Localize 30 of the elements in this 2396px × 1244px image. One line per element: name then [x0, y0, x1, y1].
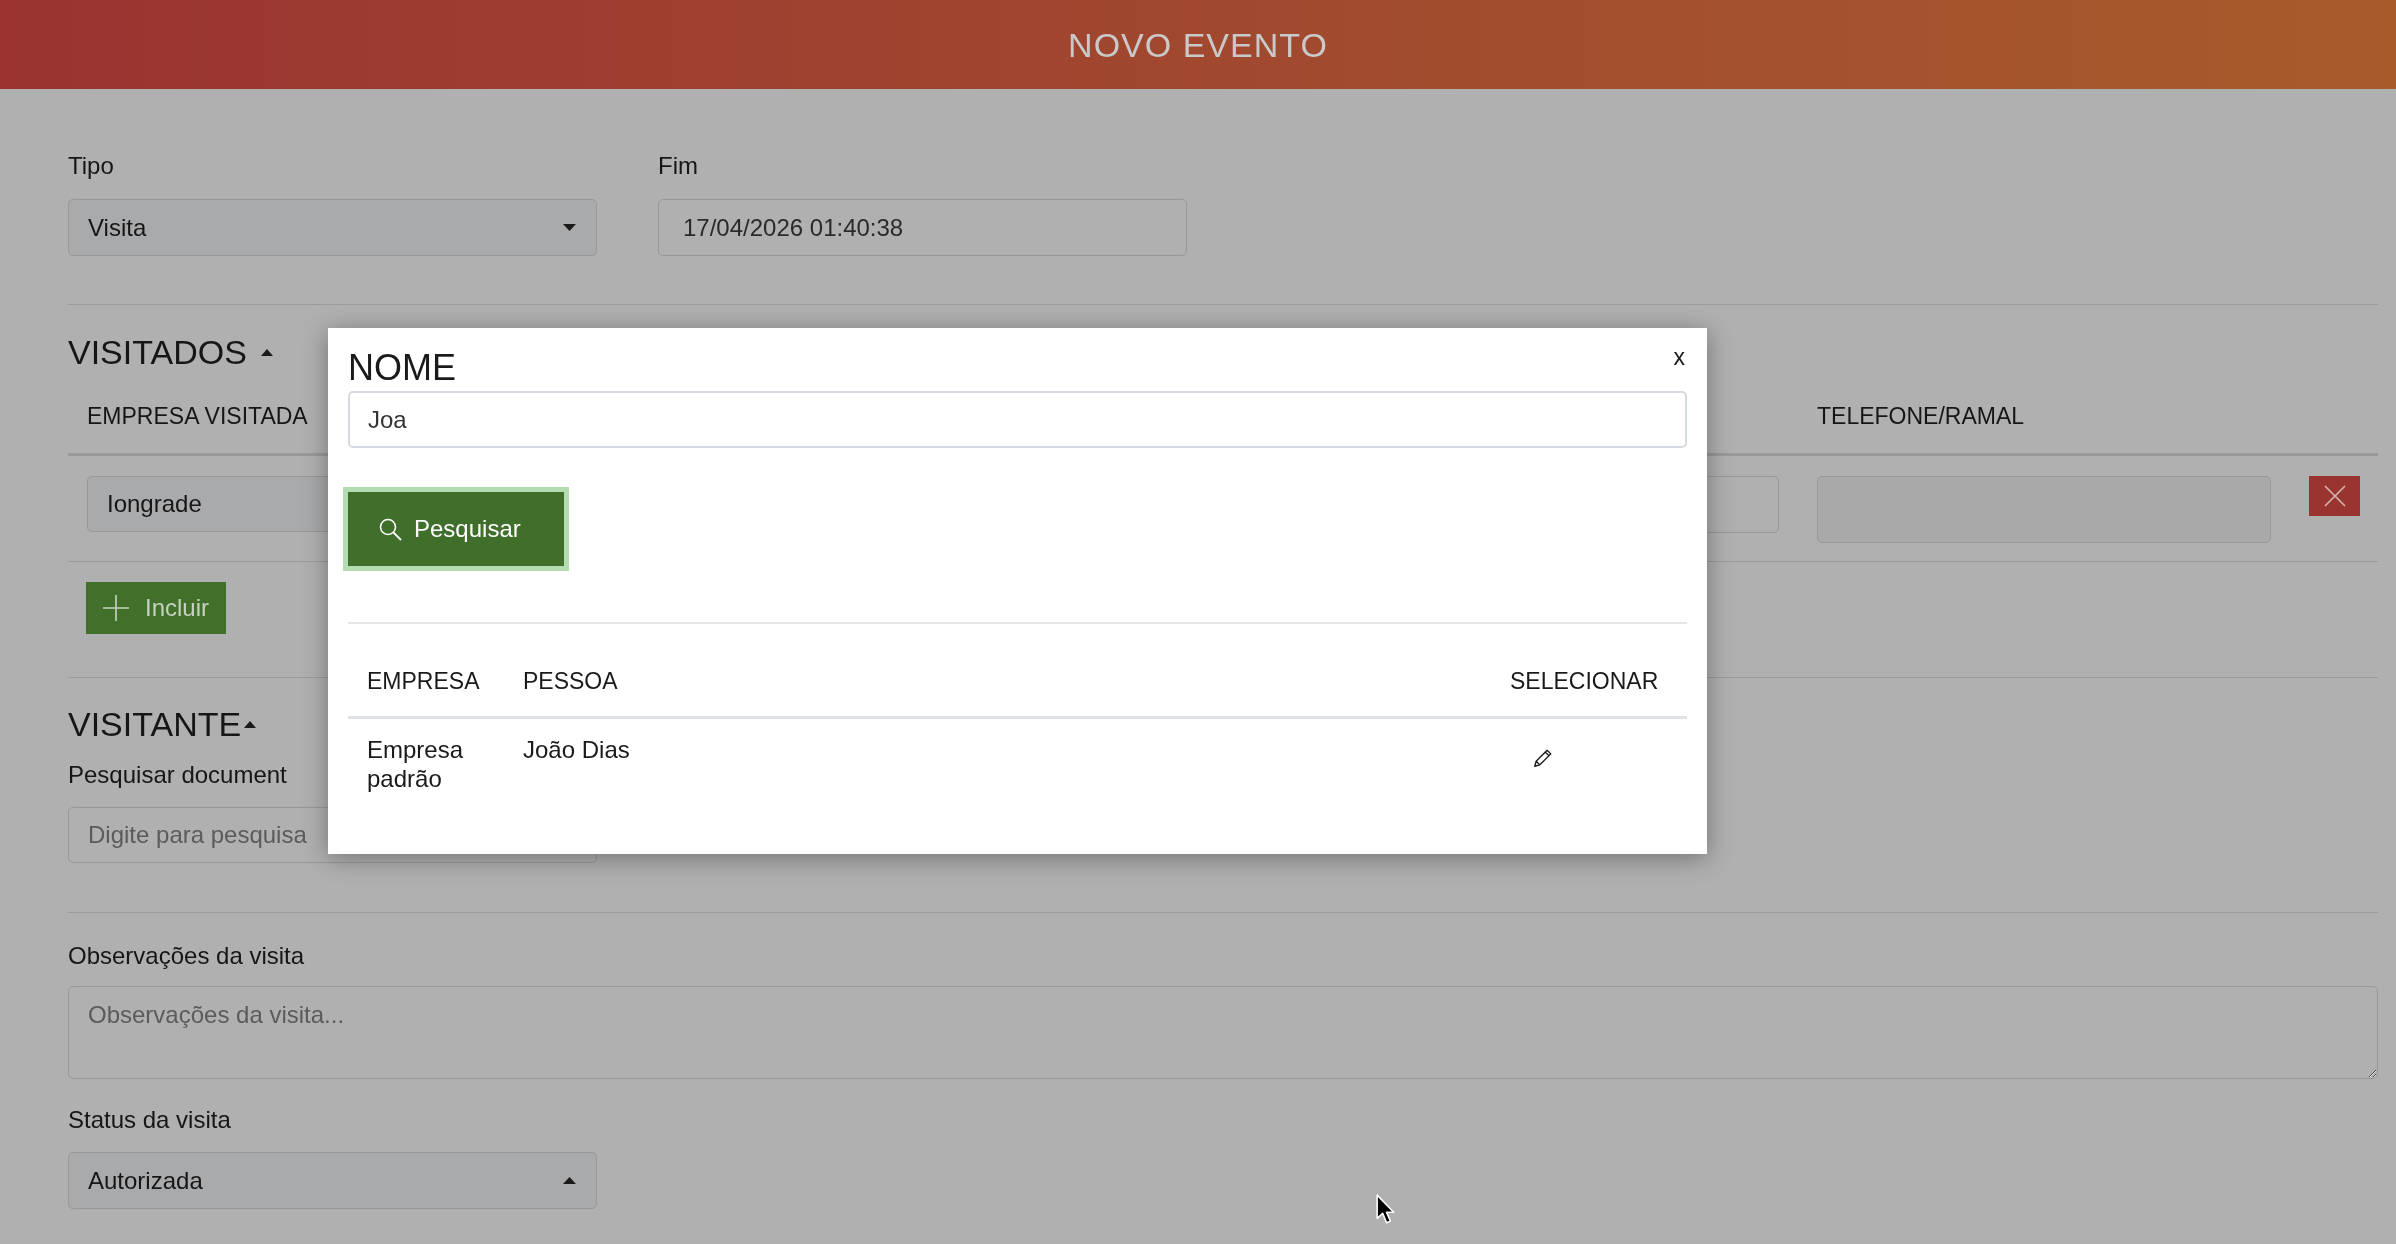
close-icon [2322, 484, 2347, 508]
pencil-icon[interactable] [1532, 747, 1554, 769]
page-title: NOVO EVENTO [1068, 24, 1328, 65]
textarea-field[interactable]: Observações da visita... [68, 986, 2378, 1079]
section-title: VISITADOS [68, 332, 247, 373]
delete-button[interactable] [2309, 476, 2360, 516]
field-label: Tipo [68, 151, 114, 181]
column-header: SELECIONAR [1510, 668, 1659, 694]
field-label: Observações da visita [68, 941, 305, 971]
modal-title: NOME [348, 348, 456, 388]
section-title: VISITANTE [68, 704, 242, 745]
field-label: Status da visita [68, 1105, 231, 1135]
dropdown[interactable]: Visita [68, 199, 597, 256]
cursor-icon [1376, 1194, 1396, 1225]
field-label: Fim [658, 151, 698, 181]
table-cell-text: Empresa padrão [367, 735, 465, 793]
column-header: EMPRESA [367, 668, 480, 694]
dropdown[interactable]: Autorizada [68, 1152, 597, 1209]
close-button[interactable]: x [1673, 344, 1685, 370]
column-header: PESSOA [523, 668, 618, 694]
column-header: TELEFONE/RAMAL [1817, 403, 2025, 429]
plus-icon [103, 595, 129, 621]
table-cell: João Dias [523, 735, 630, 764]
search-field[interactable]: Joa [348, 391, 1687, 448]
input-field[interactable] [1817, 476, 2271, 543]
add-button[interactable]: Incluir [86, 582, 227, 634]
field-label: Pesquisar document [68, 760, 287, 790]
input-field[interactable]: 17/04/2026 01:40:38 [658, 199, 1187, 256]
search-icon [378, 517, 402, 541]
column-header: EMPRESA VISITADA [87, 403, 308, 429]
